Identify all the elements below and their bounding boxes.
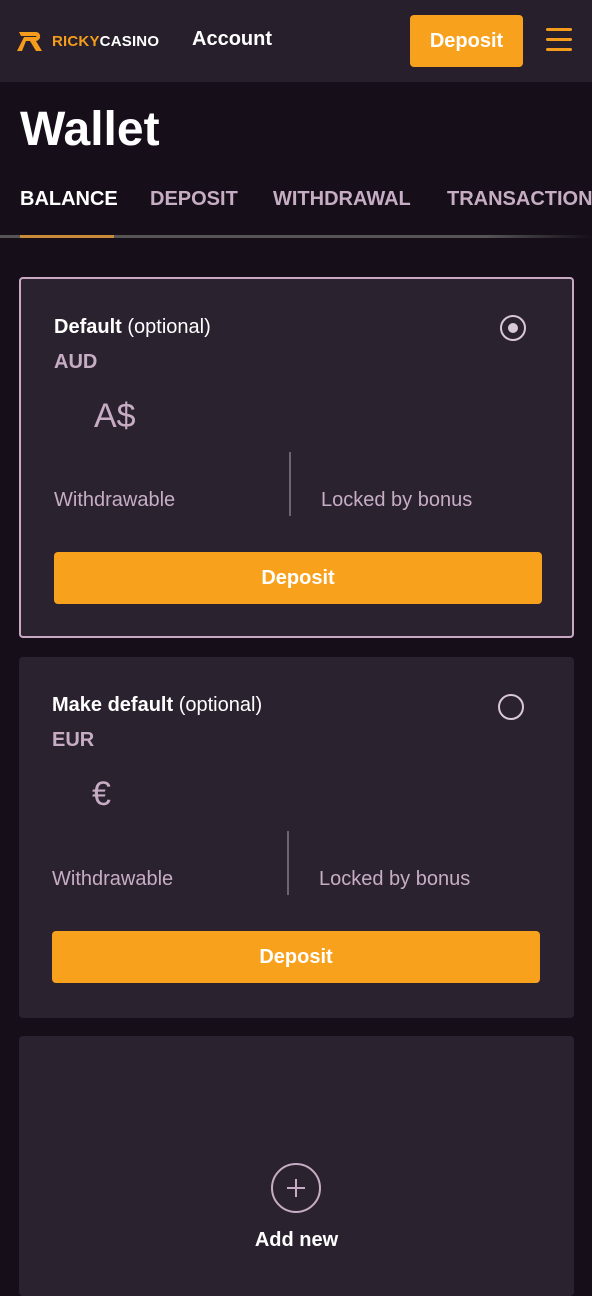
wallet-currency-code: EUR: [52, 729, 95, 751]
top-header: RICKYCASINO Account Deposit: [0, 0, 592, 82]
tab-balance[interactable]: BALANCE: [20, 188, 118, 211]
withdrawable-label: Withdrawable: [52, 868, 174, 890]
wallet-deposit-button[interactable]: Deposit: [52, 931, 540, 983]
wallet-currency-code: AUD: [54, 351, 98, 373]
ricky-casino-logo[interactable]: RICKYCASINO: [16, 28, 159, 54]
wallet-title-bold: Default: [54, 316, 122, 338]
active-tab-indicator: [20, 235, 114, 238]
withdrawable-label: Withdrawable: [54, 489, 176, 511]
wallet-title-bold: Make default: [52, 694, 174, 716]
add-new-label[interactable]: Add new: [19, 1229, 574, 1252]
wallet-card-title: Make default (optional): [52, 694, 262, 717]
wallet-title-suffix: (optional): [178, 694, 263, 716]
ricky-logo-icon: [17, 32, 42, 51]
page-title: Wallet: [20, 103, 160, 156]
tab-transactions[interactable]: TRANSACTIONS: [447, 188, 592, 211]
radio-dot-icon: [508, 323, 518, 333]
logo-text-ricky: RICKY: [52, 32, 100, 50]
wallet-card-aud[interactable]: Default (optional) AUD A$ Withdrawable L…: [19, 277, 574, 638]
logo-text: RICKYCASINO: [52, 33, 159, 50]
wallet-deposit-button[interactable]: Deposit: [54, 552, 542, 604]
plus-icon[interactable]: [271, 1163, 321, 1213]
hamburger-menu-icon[interactable]: [546, 28, 572, 52]
wallet-currency-symbol: €: [92, 775, 111, 813]
logo-text-casino: CASINO: [99, 32, 160, 50]
balance-divider: [287, 831, 289, 895]
wallet-title-suffix: (optional): [127, 316, 211, 338]
tab-deposit[interactable]: DEPOSIT: [150, 188, 238, 211]
wallet-card-eur[interactable]: Make default (optional) EUR € Withdrawab…: [19, 657, 574, 1018]
make-default-radio[interactable]: [498, 694, 524, 720]
wallet-currency-symbol: A$: [94, 397, 136, 435]
default-radio-selected[interactable]: [500, 315, 526, 341]
account-link[interactable]: Account: [192, 28, 272, 51]
wallet-tabs: BALANCE DEPOSIT WITHDRAWAL TRANSACTIONS: [0, 180, 592, 242]
balance-divider: [289, 452, 291, 516]
locked-by-bonus-label: Locked by bonus: [321, 489, 473, 511]
wallet-card-title: Default (optional): [54, 316, 211, 339]
locked-by-bonus-label: Locked by bonus: [319, 868, 471, 890]
add-new-wallet-card[interactable]: Add new: [19, 1036, 574, 1296]
header-deposit-button[interactable]: Deposit: [410, 15, 523, 67]
tab-withdrawal[interactable]: WITHDRAWAL: [273, 188, 411, 211]
plus-glyph-icon: [287, 1179, 305, 1197]
